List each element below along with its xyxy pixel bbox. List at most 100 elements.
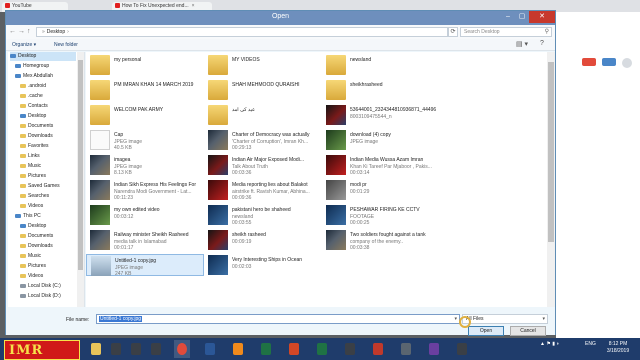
nav-item[interactable]: Favorites (20, 142, 76, 151)
nav-item[interactable]: Desktop (10, 52, 76, 61)
taskbar-clock[interactable]: 8:12 PM 3/18/2019 (600, 341, 636, 355)
view-options-button[interactable]: ▤ ▾ (516, 40, 528, 48)
nav-item[interactable]: .android (20, 82, 76, 91)
nav-item[interactable]: Local Disk (D:) (20, 292, 76, 301)
file-item[interactable]: Media reporting lies about Balakot airstr… (204, 179, 322, 201)
folder-item[interactable]: PM IMRAN KHAN 14 MARCH 2019 (86, 79, 204, 101)
file-type-filter[interactable]: All Files ▾ (462, 314, 548, 324)
folder-item[interactable]: عید کی آمد (204, 104, 322, 126)
new-folder-button[interactable]: New folder (54, 42, 78, 48)
nav-item[interactable]: Pictures (20, 172, 76, 181)
cancel-button[interactable]: Cancel (510, 326, 546, 336)
organize-menu[interactable]: Organize ▾ (12, 42, 36, 48)
taskbar-chrome[interactable] (174, 340, 190, 358)
taskbar-app-3[interactable] (148, 340, 164, 358)
taskbar-app-8[interactable] (426, 340, 442, 358)
forward-arrow-icon[interactable]: → (18, 27, 26, 37)
taskbar-app-4[interactable] (286, 340, 302, 358)
file-item[interactable]: Two soldiers fought against a tank compan… (322, 229, 440, 251)
nav-item[interactable]: .cache (20, 92, 76, 101)
file-item[interactable]: modi pr 00:01:29 (322, 179, 440, 201)
file-item[interactable]: Indian Air Major Exposed Modi... Talk Abo… (204, 154, 322, 176)
thumbnail-icon (326, 180, 346, 200)
file-scrollbar[interactable] (547, 52, 555, 307)
taskbar-app-2[interactable] (128, 340, 144, 358)
chevron-right-icon[interactable]: › (67, 29, 69, 35)
folder-item[interactable]: WELCOM PAK ARMY (86, 104, 204, 126)
folder-item[interactable]: MY VIDEOS (204, 54, 322, 76)
taskbar-word[interactable] (202, 340, 218, 358)
taskbar-app-1[interactable] (108, 340, 124, 358)
filename-input[interactable]: Untitled-1 copy.jpg ▾ (96, 314, 460, 324)
nav-item[interactable]: Documents (20, 122, 76, 131)
file-item[interactable]: PESHAWAR FIRING KE CCTV FOOTAGE 00:00:25 (322, 204, 440, 226)
nav-item[interactable]: Videos (20, 202, 76, 211)
taskbar-excel[interactable] (258, 340, 274, 358)
file-item[interactable]: download (4) copy JPEG image (322, 129, 440, 151)
nav-item[interactable]: Documents (20, 232, 76, 241)
address-bar[interactable]: » Desktop › (36, 27, 448, 37)
nav-item[interactable]: Contacts (20, 102, 76, 111)
file-scrollbar-thumb[interactable] (548, 62, 554, 242)
taskbar-file-explorer[interactable] (88, 340, 104, 358)
avatar[interactable] (622, 58, 632, 68)
taskbar-excel-2[interactable] (314, 340, 330, 358)
file-item[interactable]: Indian Media Wussa Azam Imran Khan Ki Tar… (322, 154, 440, 176)
nav-scrollbar[interactable] (77, 52, 84, 307)
taskbar-app-5[interactable] (342, 340, 358, 358)
nav-item[interactable]: Mex Abdullah (15, 72, 76, 81)
nav-item[interactable]: Downloads (20, 242, 76, 251)
file-item[interactable]: 53644001_2324344810936871_44496 800310947… (322, 104, 440, 126)
nav-item[interactable]: Desktop (20, 222, 76, 231)
back-arrow-icon[interactable]: ← (9, 27, 17, 37)
dialog-titlebar[interactable]: Open – ▢ ✕ (6, 11, 555, 25)
nav-item[interactable]: Homegroup (15, 62, 76, 71)
thumbnail-icon (326, 230, 346, 250)
close-tab-icon[interactable]: × (192, 3, 195, 9)
taskbar-app-7[interactable] (398, 340, 414, 358)
chevron-down-icon[interactable]: ▾ (454, 315, 457, 323)
folder-item[interactable]: my personal (86, 54, 204, 76)
file-item[interactable]: Untitled-1 copy.jpg JPEG image 247 KB (86, 254, 204, 277)
nav-item[interactable]: Downloads (20, 132, 76, 141)
taskbar-app-9[interactable] (454, 340, 470, 358)
nav-item[interactable]: Pictures (20, 262, 76, 271)
maximize-button[interactable]: ▢ (515, 11, 529, 23)
refresh-button[interactable]: ⟳ (448, 27, 458, 37)
file-item[interactable]: imagea JPEG image 8.13 KB (86, 154, 204, 176)
up-arrow-icon[interactable]: ↑ (27, 27, 35, 37)
breadcrumb-desktop[interactable]: Desktop (47, 29, 65, 35)
file-item[interactable]: my own edited video 00:03:12 (86, 204, 204, 226)
file-item[interactable]: Charter of Democracy was actually 'Charte… (204, 129, 322, 151)
taskbar-app-6[interactable] (370, 340, 386, 358)
help-icon[interactable]: ? (540, 40, 544, 47)
language-indicator[interactable]: ENG (585, 341, 596, 347)
breadcrumb-chevron-icon[interactable]: » (42, 29, 45, 35)
folder-item[interactable]: newsland (322, 54, 440, 76)
taskbar-vlc[interactable] (230, 340, 246, 358)
nav-item[interactable]: Desktop (20, 112, 76, 121)
nav-item[interactable]: Music (20, 162, 76, 171)
file-item[interactable]: sheikh rasheed 00:09:19 (204, 229, 322, 251)
open-button[interactable]: Open (468, 326, 504, 336)
minimize-button[interactable]: – (501, 11, 515, 23)
close-button[interactable]: ✕ (529, 11, 555, 23)
nav-scrollbar-thumb[interactable] (78, 60, 83, 270)
nav-item[interactable]: Local Disk (C:) (20, 282, 76, 291)
file-item[interactable]: Very Interesting Ships in Ocean 00:02:03 (204, 254, 322, 276)
file-item[interactable]: Cap JPEG image 40.5 KB (86, 129, 204, 151)
nav-item[interactable]: Music (20, 252, 76, 261)
file-item[interactable]: Indian Sikh Express His Feelings For Nare… (86, 179, 204, 201)
nav-item[interactable]: Videos (20, 272, 76, 281)
search-input[interactable]: Search Desktop ⚲ (460, 27, 552, 37)
file-item[interactable]: Railway minister Sheikh Rasheed media tal… (86, 229, 204, 251)
nav-item[interactable]: Links (20, 152, 76, 161)
folder-item[interactable]: SHAH MEHMOOD QURAISHI (204, 79, 322, 101)
folder-icon (20, 203, 26, 208)
nav-item[interactable]: This PC (15, 212, 76, 221)
tray-icons[interactable]: ▲ ⚑ ▮ ◗ (540, 341, 559, 347)
nav-item[interactable]: Searches (20, 192, 76, 201)
folder-item[interactable]: sheikhrasheed (322, 79, 440, 101)
file-item[interactable]: pakistani hero be shaheed newsland 00:03:5… (204, 204, 322, 226)
nav-item[interactable]: Saved Games (20, 182, 76, 191)
